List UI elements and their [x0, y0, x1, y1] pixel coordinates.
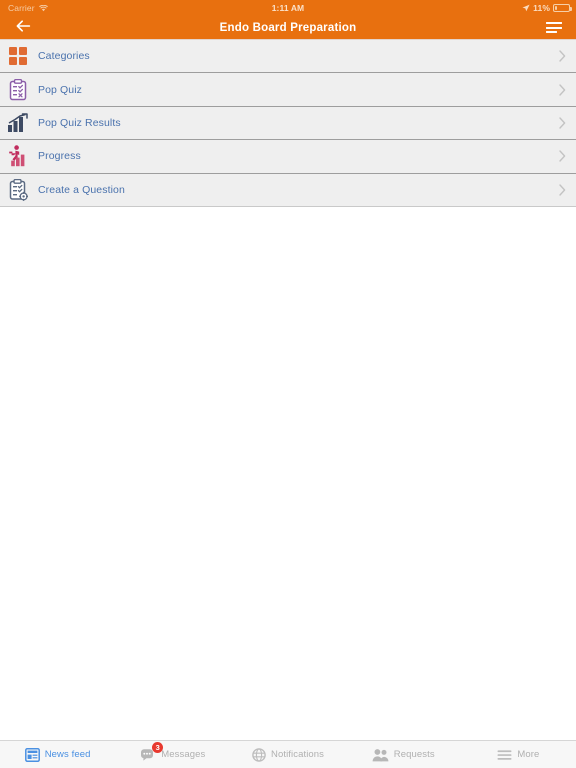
carrier-label: Carrier: [8, 3, 35, 13]
page-title: Endo Board Preparation: [219, 21, 357, 34]
navigation-bar: Endo Board Preparation: [0, 16, 576, 39]
list-item-label: Categories: [38, 50, 90, 63]
list-item-categories[interactable]: Categories: [0, 40, 576, 74]
tab-more[interactable]: More: [461, 741, 576, 768]
list-item-label: Create a Question: [38, 183, 125, 196]
chevron-right-icon: [559, 83, 566, 96]
clipboard-quiz-icon: [5, 77, 31, 103]
chevron-right-icon: [559, 184, 566, 196]
hamburger-more-icon: [497, 749, 512, 761]
status-bar-time: 1:11 AM: [271, 3, 305, 13]
chevron-right-icon: [559, 50, 566, 62]
back-button[interactable]: [0, 16, 46, 39]
app-screen: Carrier 1:11 AM 11% Endo Board Preparati…: [0, 0, 576, 768]
messages-icon: 3: [140, 741, 164, 762]
status-bar-left: Carrier: [8, 3, 48, 13]
back-arrow-icon: [16, 19, 31, 37]
list-item-create-a-question[interactable]: Create a Question: [0, 173, 576, 207]
clipboard-gear-icon: [5, 177, 31, 203]
list-item-label: Pop Quiz: [38, 83, 82, 96]
hamburger-menu-icon[interactable]: [532, 16, 576, 39]
tab-label: News feed: [44, 749, 91, 760]
status-bar: Carrier 1:11 AM 11%: [0, 0, 576, 16]
tab-label: Messages: [161, 749, 206, 760]
people-icon: [372, 748, 389, 762]
tab-notifications[interactable]: Notifications: [230, 741, 345, 768]
chevron-right-icon: [559, 150, 566, 163]
running-person-bars-icon: [5, 143, 31, 169]
bottom-tab-bar: News feed 3 Messages Notifications Reque…: [0, 740, 576, 768]
tab-news-feed[interactable]: News feed: [0, 741, 115, 768]
messages-badge: 3: [152, 741, 164, 753]
chevron-right-icon: [559, 117, 566, 129]
tab-label: Requests: [393, 749, 435, 760]
list-item-label: Pop Quiz Results: [38, 116, 121, 129]
wifi-icon: [38, 4, 48, 12]
status-bar-right: 11%: [522, 3, 572, 13]
battery-icon: [553, 4, 572, 12]
bar-chart-arrow-icon: [5, 110, 31, 136]
list-item-pop-quiz-results[interactable]: Pop Quiz Results: [0, 106, 576, 141]
grid-squares-icon: [5, 43, 31, 69]
tab-label: More: [517, 749, 540, 760]
news-feed-icon: [24, 747, 40, 762]
globe-icon: [252, 747, 266, 762]
tab-label: Notifications: [270, 749, 325, 760]
list-item-label: Progress: [38, 150, 81, 163]
empty-content-area: [0, 206, 576, 735]
tab-messages[interactable]: 3 Messages: [115, 741, 230, 768]
list-item-pop-quiz[interactable]: Pop Quiz: [0, 73, 576, 107]
list-item-progress[interactable]: Progress: [0, 140, 576, 174]
menu-list: Categories Pop Quiz Pop Quiz Results Pro…: [0, 39, 576, 207]
tab-requests[interactable]: Requests: [346, 741, 461, 768]
location-arrow-icon: [522, 4, 530, 12]
battery-percent-label: 11%: [533, 3, 550, 13]
